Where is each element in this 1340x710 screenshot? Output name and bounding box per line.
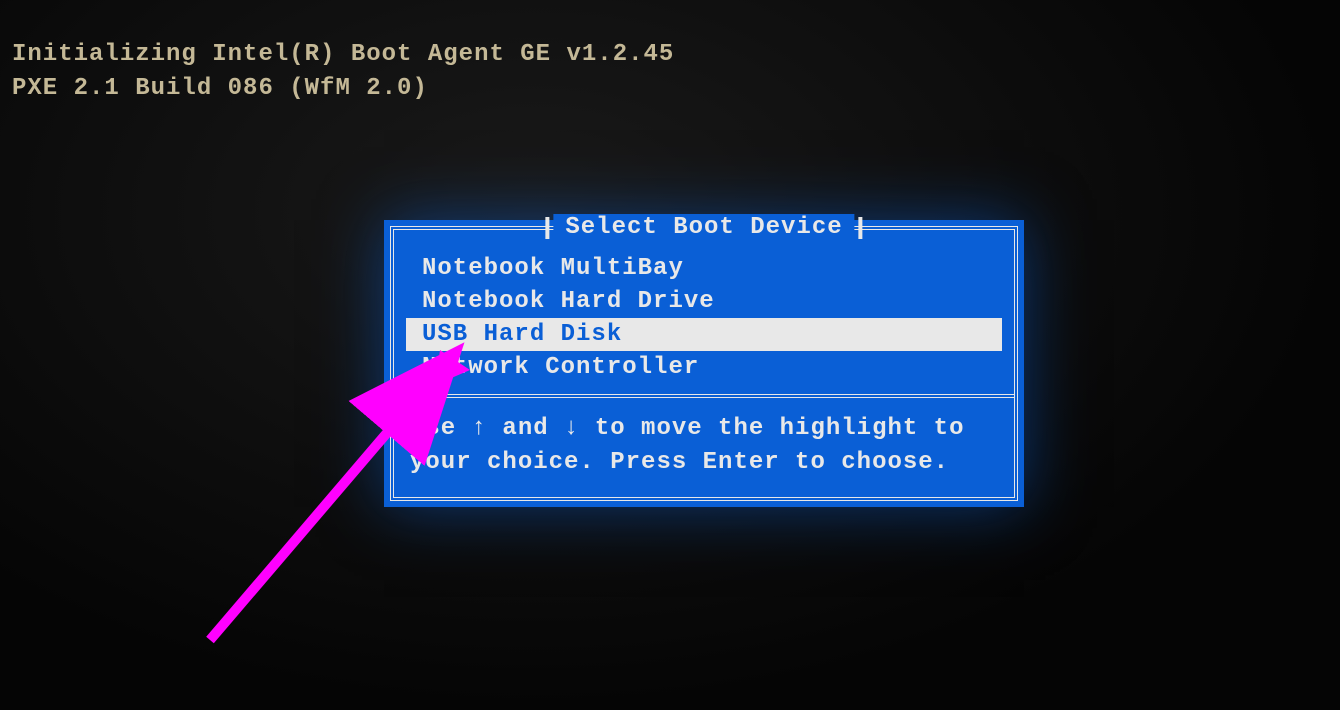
menu-items-list: Notebook MultiBay Notebook Hard Drive US…: [394, 230, 1014, 394]
menu-border: Select Boot Device Notebook MultiBay Not…: [390, 226, 1018, 501]
menu-item-usb[interactable]: USB Hard Disk: [406, 318, 1002, 351]
boot-init-text: Initializing Intel(R) Boot Agent GE v1.2…: [12, 38, 674, 105]
boot-line-2: PXE 2.1 Build 086 (WfM 2.0): [12, 75, 428, 102]
menu-item-harddrive[interactable]: Notebook Hard Drive: [406, 285, 1002, 318]
menu-title: Select Boot Device: [553, 214, 854, 241]
menu-instructions: Use ↑ and ↓ to move the highlight to you…: [394, 398, 1014, 497]
menu-item-network[interactable]: Network Controller: [406, 351, 1002, 384]
boot-device-menu: Select Boot Device Notebook MultiBay Not…: [384, 220, 1024, 507]
boot-line-1: Initializing Intel(R) Boot Agent GE v1.2…: [12, 41, 674, 68]
menu-item-multibay[interactable]: Notebook MultiBay: [406, 252, 1002, 285]
